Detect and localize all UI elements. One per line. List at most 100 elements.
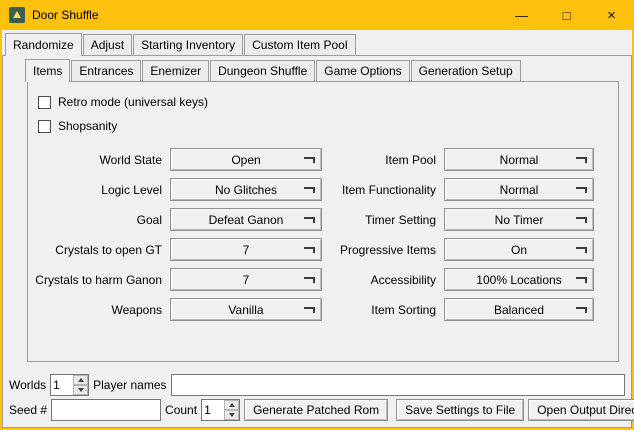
worlds-input[interactable] bbox=[51, 375, 73, 395]
secondary-tab-bar: Items Entrances Enemizer Dungeon Shuffle… bbox=[3, 59, 631, 81]
count-spin-up-button[interactable] bbox=[224, 400, 239, 410]
bottom-frame: Worlds Player names Seed # Count bbox=[3, 370, 631, 427]
goal-dropdown[interactable]: Defeat Ganon bbox=[170, 208, 322, 231]
item-functionality-label: Item Functionality bbox=[328, 183, 438, 197]
tab-dungeon-shuffle[interactable]: Dungeon Shuffle bbox=[210, 60, 315, 81]
weapons-label: Weapons bbox=[34, 303, 164, 317]
maximize-button[interactable]: □ bbox=[544, 0, 589, 30]
tab-adjust[interactable]: Adjust bbox=[83, 34, 132, 55]
tab-enemizer[interactable]: Enemizer bbox=[142, 60, 209, 81]
menu-indicator-icon bbox=[576, 187, 587, 193]
item-sorting-value: Balanced bbox=[494, 303, 544, 317]
count-spin-down-button[interactable] bbox=[224, 410, 239, 420]
close-button[interactable]: × bbox=[589, 0, 634, 30]
item-sorting-dropdown[interactable]: Balanced bbox=[444, 298, 594, 321]
app-icon[interactable] bbox=[9, 7, 25, 23]
count-spinner bbox=[201, 399, 240, 421]
items-pane: Retro mode (universal keys) Shopsanity W… bbox=[27, 81, 619, 362]
crystals-open-gt-dropdown[interactable]: 7 bbox=[170, 238, 322, 261]
player-names-label: Player names bbox=[93, 378, 166, 392]
menu-indicator-icon bbox=[304, 187, 315, 193]
menu-indicator-icon bbox=[576, 277, 587, 283]
progressive-items-value: On bbox=[511, 243, 527, 257]
retro-mode-row: Retro mode (universal keys) bbox=[34, 90, 612, 114]
maximize-icon: □ bbox=[563, 8, 571, 23]
crystals-harm-ganon-value: 7 bbox=[243, 273, 250, 287]
item-functionality-value: Normal bbox=[500, 183, 539, 197]
menu-indicator-icon bbox=[576, 247, 587, 253]
item-functionality-dropdown[interactable]: Normal bbox=[444, 178, 594, 201]
item-pool-dropdown[interactable]: Normal bbox=[444, 148, 594, 171]
menu-indicator-icon bbox=[304, 157, 315, 163]
tab-starting-inventory[interactable]: Starting Inventory bbox=[133, 34, 243, 55]
worlds-spin-up-button[interactable] bbox=[73, 375, 88, 385]
accessibility-dropdown[interactable]: 100% Locations bbox=[444, 268, 594, 291]
count-spinner-arrows bbox=[224, 400, 239, 420]
goal-label: Goal bbox=[34, 213, 164, 227]
window-controls: — □ × bbox=[499, 0, 634, 30]
titlebar: Door Shuffle — □ × bbox=[0, 0, 634, 30]
shopsanity-row: Shopsanity bbox=[34, 114, 612, 138]
menu-indicator-icon bbox=[576, 157, 587, 163]
world-state-value: Open bbox=[231, 153, 260, 167]
player-names-input[interactable] bbox=[171, 374, 626, 396]
arrow-down-icon bbox=[78, 388, 84, 392]
crystals-harm-ganon-label: Crystals to harm Ganon bbox=[34, 273, 164, 287]
save-settings-button[interactable]: Save Settings to File bbox=[396, 399, 524, 421]
arrow-up-icon bbox=[229, 403, 235, 407]
accessibility-label: Accessibility bbox=[328, 273, 438, 287]
weapons-dropdown[interactable]: Vanilla bbox=[170, 298, 322, 321]
worlds-label: Worlds bbox=[9, 378, 46, 392]
count-label: Count bbox=[165, 403, 197, 417]
weapons-value: Vanilla bbox=[228, 303, 263, 317]
tab-generation-setup[interactable]: Generation Setup bbox=[411, 60, 521, 81]
tab-custom-item-pool[interactable]: Custom Item Pool bbox=[244, 34, 355, 55]
open-output-directory-button[interactable]: Open Output Directory bbox=[528, 399, 634, 421]
timer-setting-label: Timer Setting bbox=[328, 213, 438, 227]
worlds-spinner-arrows bbox=[73, 375, 88, 395]
progressive-items-label: Progressive Items bbox=[328, 243, 438, 257]
item-pool-label: Item Pool bbox=[328, 153, 438, 167]
accessibility-value: 100% Locations bbox=[476, 273, 561, 287]
shopsanity-checkbox[interactable] bbox=[38, 120, 51, 133]
minimize-icon: — bbox=[515, 8, 528, 23]
menu-indicator-icon bbox=[304, 277, 315, 283]
goal-value: Defeat Ganon bbox=[209, 213, 284, 227]
logic-level-value: No Glitches bbox=[215, 183, 277, 197]
menu-indicator-icon bbox=[576, 217, 587, 223]
retro-mode-label: Retro mode (universal keys) bbox=[58, 95, 208, 109]
menu-indicator-icon bbox=[304, 247, 315, 253]
seed-row: Seed # Count Generate Patched Rom Save S… bbox=[9, 399, 625, 421]
options-grid: World State Open Item Pool Normal Logic … bbox=[34, 148, 612, 321]
logic-level-dropdown[interactable]: No Glitches bbox=[170, 178, 322, 201]
logic-level-label: Logic Level bbox=[34, 183, 164, 197]
generate-patched-rom-button[interactable]: Generate Patched Rom bbox=[244, 399, 388, 421]
primary-tab-bar: Randomize Adjust Starting Inventory Cust… bbox=[2, 33, 632, 55]
worlds-row: Worlds Player names bbox=[9, 374, 625, 396]
worlds-spinner bbox=[50, 374, 89, 396]
count-input[interactable] bbox=[202, 400, 224, 420]
item-pool-value: Normal bbox=[500, 153, 539, 167]
close-icon: × bbox=[607, 7, 616, 24]
window-content: Randomize Adjust Starting Inventory Cust… bbox=[2, 30, 632, 428]
retro-mode-checkbox[interactable] bbox=[38, 96, 51, 109]
crystals-open-gt-value: 7 bbox=[243, 243, 250, 257]
minimize-button[interactable]: — bbox=[499, 0, 544, 30]
arrow-down-icon bbox=[229, 413, 235, 417]
timer-setting-dropdown[interactable]: No Timer bbox=[444, 208, 594, 231]
seed-input[interactable] bbox=[51, 399, 161, 421]
tab-randomize[interactable]: Randomize bbox=[5, 33, 82, 56]
seed-label: Seed # bbox=[9, 403, 47, 417]
world-state-dropdown[interactable]: Open bbox=[170, 148, 322, 171]
world-state-label: World State bbox=[34, 153, 164, 167]
crystals-harm-ganon-dropdown[interactable]: 7 bbox=[170, 268, 322, 291]
progressive-items-dropdown[interactable]: On bbox=[444, 238, 594, 261]
tab-entrances[interactable]: Entrances bbox=[71, 60, 141, 81]
menu-indicator-icon bbox=[304, 217, 315, 223]
shopsanity-label: Shopsanity bbox=[58, 119, 117, 133]
worlds-spin-down-button[interactable] bbox=[73, 385, 88, 395]
randomize-pane: Items Entrances Enemizer Dungeon Shuffle… bbox=[2, 55, 632, 428]
timer-setting-value: No Timer bbox=[495, 213, 544, 227]
tab-items[interactable]: Items bbox=[25, 59, 70, 82]
tab-game-options[interactable]: Game Options bbox=[316, 60, 409, 81]
